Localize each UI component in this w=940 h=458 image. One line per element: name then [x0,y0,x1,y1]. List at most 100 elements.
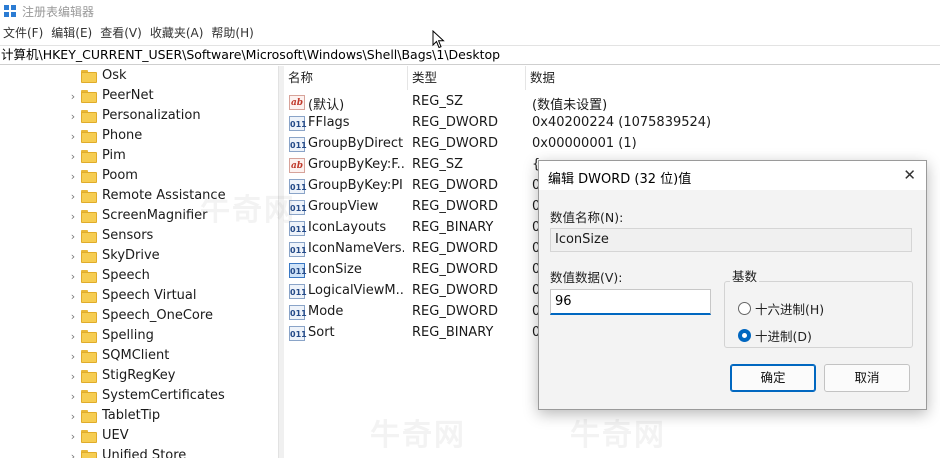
base-groupbox: 十六进制(H) 十进制(D) [724,281,913,348]
tree-item[interactable]: › TabletTip [0,407,278,427]
folder-icon [81,250,97,263]
value-data: 0x00000001 (1) [532,136,637,151]
value-name: IconNameVers... [308,241,404,256]
folder-icon [81,290,97,303]
chevron-right-icon[interactable]: › [68,451,78,458]
chevron-right-icon[interactable]: › [68,431,78,443]
value-data-input[interactable] [550,289,711,315]
folder-icon [81,230,97,243]
binary-value-icon: 011 [289,305,307,320]
tree-item[interactable]: › UEV [0,427,278,447]
value-row[interactable]: 011GroupByDirect... REG_DWORD 0x00000001 (… [284,134,940,155]
chevron-right-icon[interactable]: › [68,351,78,363]
chevron-right-icon[interactable]: › [68,311,78,323]
tree-item-label: StigRegKey [102,368,176,383]
tree-item[interactable]: › Personalization [0,107,278,127]
chevron-right-icon[interactable]: › [68,91,78,103]
menu-view[interactable]: 查看(V) [96,24,146,41]
folder-icon [81,310,97,323]
chevron-right-icon[interactable]: › [68,391,78,403]
value-name-field: IconSize [550,228,912,252]
value-row[interactable]: ab (默认) REG_SZ (数值未设置) [284,92,940,113]
tree-item[interactable]: › PeerNet [0,87,278,107]
tree-item-label: Pim [102,148,126,163]
chevron-right-icon[interactable]: › [68,291,78,303]
folder-icon [81,350,97,363]
binary-value-icon: 011 [289,137,307,152]
menu-favorites[interactable]: 收藏夹(A) [146,24,208,41]
chevron-right-icon[interactable]: › [68,371,78,383]
tree-item[interactable]: Osk [0,67,278,87]
base-label: 基数 [730,266,760,285]
binary-value-icon: 011 [289,326,307,341]
chevron-right-icon[interactable]: › [68,251,78,263]
folder-icon [81,410,97,423]
value-row[interactable]: 011 FFlags REG_DWORD 0x40200224 (1075839524… [284,113,940,134]
mouse-cursor-icon [432,30,445,49]
regedit-app-icon [4,5,16,17]
menu-edit[interactable]: 编辑(E) [47,24,96,41]
chevron-right-icon[interactable]: › [68,151,78,163]
value-name: (默认) [308,98,345,113]
string-value-icon: ab [289,158,305,173]
tree-item[interactable]: › Unified Store [0,447,278,458]
tree-item-label: SkyDrive [102,248,160,263]
tree-item[interactable]: › Speech_OneCore [0,307,278,327]
tree-item[interactable]: › Spelling [0,327,278,347]
value-name: GroupByKey:PID [308,178,404,193]
menu-help[interactable]: 帮助(H) [207,24,257,41]
tree-item[interactable]: › Phone [0,127,278,147]
menu-bar: 文件(F) 编辑(E) 查看(V) 收藏夹(A) 帮助(H) [0,22,940,42]
value-name: GroupByDirect... [308,136,404,151]
value-type: REG_SZ [412,157,463,172]
menu-file[interactable]: 文件(F) [0,24,47,41]
chevron-right-icon[interactable]: › [68,231,78,243]
value-name: LogicalViewM... [308,283,404,298]
value-name: FFlags [308,115,350,130]
chevron-right-icon[interactable]: › [68,211,78,223]
tree-item-label: TabletTip [102,408,161,423]
value-name-label: 数值名称(N): [550,210,624,225]
ok-button[interactable]: 确定 [730,364,816,392]
tree-item[interactable]: › SQMClient [0,347,278,367]
chevron-right-icon[interactable]: › [68,411,78,423]
radio-hex[interactable] [738,301,751,315]
radio-hex-row[interactable]: 十六进制(H) [738,299,824,317]
chevron-right-icon[interactable]: › [68,331,78,343]
tree-item-label: Personalization [102,108,201,123]
tree-item[interactable]: › Pim [0,147,278,167]
value-type: REG_DWORD [412,241,498,256]
tree-item[interactable]: › SkyDrive [0,247,278,267]
folder-icon [81,190,97,203]
folder-icon [81,170,97,183]
tree-item[interactable]: › Sensors [0,227,278,247]
watermark: 牛奇网 [370,418,466,453]
tree-item[interactable]: › Speech [0,267,278,287]
tree-item[interactable]: › StigRegKey [0,367,278,387]
tree-item-label: UEV [102,428,129,443]
folder-icon [81,130,97,143]
radio-dec-row[interactable]: 十进制(D) [738,326,812,344]
cancel-button[interactable]: 取消 [824,364,910,392]
address-bar[interactable]: 计算机\HKEY_CURRENT_USER\Software\Microsoft… [0,45,940,65]
close-icon[interactable]: ✕ [903,166,916,184]
binary-value-icon: 011 [289,242,307,257]
tree-item[interactable]: › SystemCertificates [0,387,278,407]
chevron-right-icon[interactable]: › [68,171,78,183]
column-header-name[interactable]: 名称 [284,66,408,90]
tree-item[interactable]: › Poom [0,167,278,187]
chevron-right-icon[interactable]: › [68,271,78,283]
column-header-data[interactable]: 数据 [526,66,940,90]
chevron-right-icon[interactable]: › [68,111,78,123]
chevron-right-icon[interactable]: › [68,191,78,203]
value-type: REG_DWORD [412,283,498,298]
value-name: IconSize [308,262,362,277]
chevron-right-icon[interactable]: › [68,131,78,143]
folder-icon [81,330,97,343]
watermark: 牛奇网 [570,418,666,453]
value-name: Mode [308,304,344,319]
tree-item-label: Speech Virtual [102,288,197,303]
radio-dec[interactable] [738,328,751,342]
tree-item[interactable]: › Speech Virtual [0,287,278,307]
column-header-type[interactable]: 类型 [408,66,526,90]
